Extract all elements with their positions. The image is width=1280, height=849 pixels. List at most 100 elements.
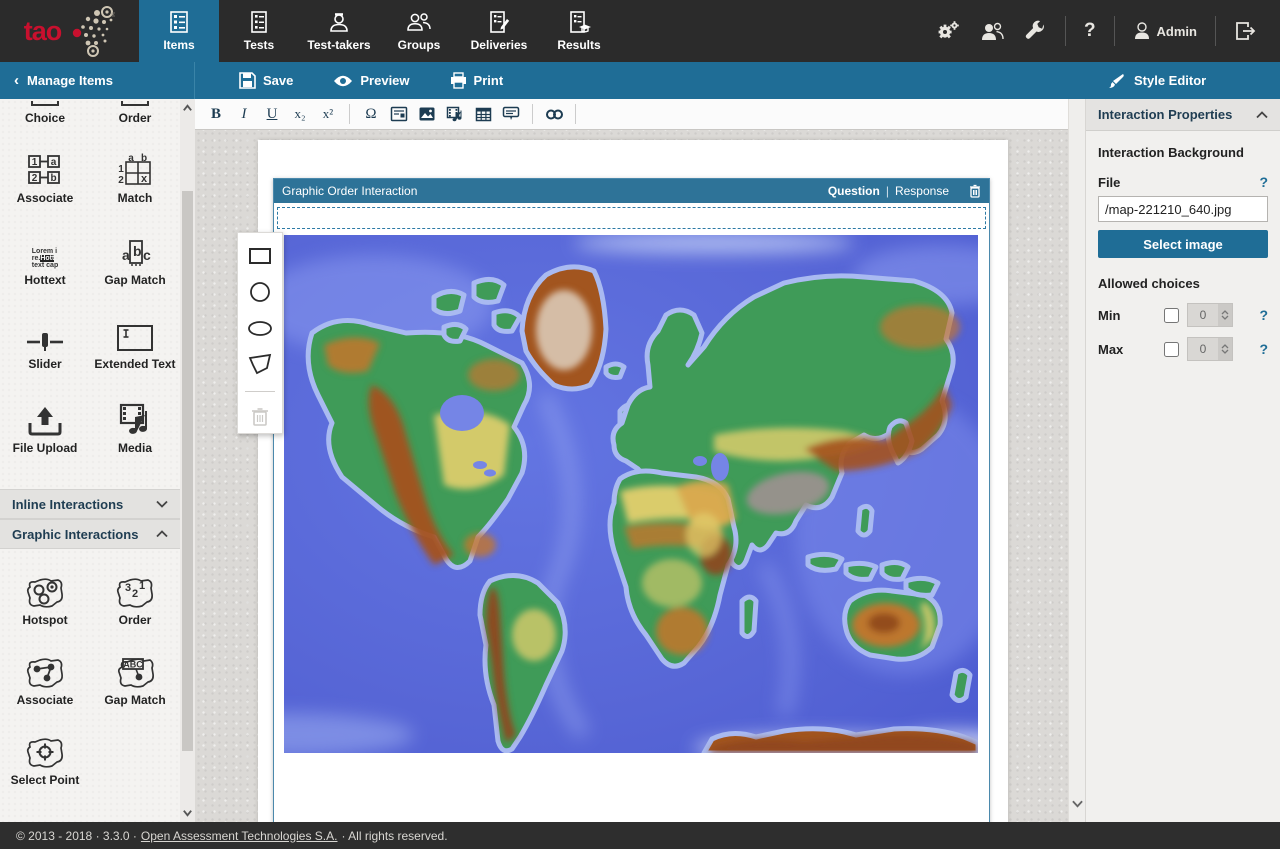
response-toggle[interactable]: Response: [895, 184, 949, 198]
print-button[interactable]: Print: [434, 62, 520, 99]
italic-button[interactable]: I: [231, 102, 257, 126]
section-graphic-interactions[interactable]: Graphic Interactions: [0, 519, 180, 549]
tab-test-takers[interactable]: Test-takers: [299, 0, 379, 62]
settings-button[interactable]: [935, 19, 961, 43]
sidebar-item-graphic-associate[interactable]: Associate: [0, 653, 90, 707]
subscript-button[interactable]: x₂: [287, 102, 313, 126]
insert-media-button[interactable]: [442, 102, 468, 126]
chevron-down-icon: [156, 500, 168, 508]
select-image-button[interactable]: Select image: [1098, 230, 1268, 258]
sidebar-item-order[interactable]: Order: [90, 101, 180, 125]
insert-image-button[interactable]: [414, 102, 440, 126]
delete-interaction-button[interactable]: [969, 184, 981, 198]
sidebar-item-media[interactable]: Media: [90, 401, 180, 455]
special-character-button[interactable]: Ω: [358, 102, 384, 126]
section-inline-interactions[interactable]: Inline Interactions: [0, 489, 180, 519]
sidebar-item-match[interactable]: ab12x Match: [90, 151, 180, 205]
back-chevron-icon: ‹: [14, 72, 19, 89]
sidebar-scrollbar[interactable]: [180, 99, 195, 822]
max-value-spinner[interactable]: 0: [1187, 337, 1233, 361]
back-to-manage-items[interactable]: ‹ Manage Items: [0, 62, 195, 99]
tao-logo[interactable]: tao ®: [0, 0, 139, 62]
extended-text-icon: [115, 317, 155, 353]
insert-link-button[interactable]: [541, 102, 567, 126]
sidebar-item-graphic-order[interactable]: 321 Order: [90, 573, 180, 627]
logout-button[interactable]: [1234, 19, 1258, 43]
tooltip-button[interactable]: [498, 102, 524, 126]
graphic-order-interaction-widget[interactable]: Graphic Order Interaction Question | Res…: [273, 178, 990, 822]
sidebar-item-choice[interactable]: Choice: [0, 101, 90, 125]
hotspot-icon: [25, 573, 65, 609]
sidebar-scrollbar-thumb[interactable]: [182, 191, 193, 751]
style-editor-button[interactable]: Style Editor: [1085, 62, 1280, 99]
sidebar-item-graphic-gap-match[interactable]: ABC Gap Match: [90, 653, 180, 707]
superscript-button[interactable]: x²: [315, 102, 341, 126]
sidebar-item-slider[interactable]: Slider: [0, 317, 90, 371]
svg-text:®: ®: [111, 12, 115, 19]
shared-stimulus-button[interactable]: [386, 102, 412, 126]
user-management-button[interactable]: [979, 19, 1005, 43]
underline-button[interactable]: U: [259, 102, 285, 126]
tab-items[interactable]: Items: [139, 0, 219, 62]
panel-scroll-down-icon[interactable]: [1072, 799, 1083, 808]
tab-results[interactable]: Results: [539, 0, 619, 62]
svg-text:3: 3: [125, 582, 131, 594]
sidebar-item-label: Match: [118, 191, 153, 205]
tab-deliveries[interactable]: Deliveries: [459, 0, 539, 62]
svg-text:1: 1: [118, 164, 124, 175]
file-upload-icon: [26, 401, 64, 437]
ellipse-tool-button[interactable]: [245, 315, 275, 341]
interaction-background-heading: Interaction Background: [1098, 145, 1268, 160]
spinner-arrows[interactable]: [1218, 338, 1232, 360]
prompt-text-area[interactable]: [277, 207, 986, 229]
delete-shape-button[interactable]: [245, 404, 275, 430]
scroll-up-icon[interactable]: [182, 103, 193, 114]
insert-table-button[interactable]: [470, 102, 496, 126]
sidebar-item-file-upload[interactable]: File Upload: [0, 401, 90, 455]
toolbar-divider: [349, 104, 350, 124]
tools-button[interactable]: [1023, 19, 1047, 43]
bold-button[interactable]: B: [203, 102, 229, 126]
sidebar-item-hotspot[interactable]: Hotspot: [0, 573, 90, 627]
min-enable-checkbox[interactable]: [1164, 308, 1179, 323]
sidebar-item-extended-text[interactable]: Extended Text: [90, 317, 180, 371]
circle-tool-button[interactable]: [245, 279, 275, 305]
topbar-divider: [1065, 16, 1066, 46]
interaction-properties-header[interactable]: Interaction Properties: [1086, 99, 1280, 131]
background-file-input[interactable]: [1098, 196, 1268, 222]
user-account-button[interactable]: Admin: [1133, 21, 1197, 41]
tab-tests[interactable]: Tests: [219, 0, 299, 62]
preview-icon: [333, 74, 353, 88]
max-help-button[interactable]: ?: [1259, 341, 1268, 357]
rectangle-tool-button[interactable]: [245, 243, 275, 269]
choice-icon: [28, 101, 62, 107]
sidebar-item-associate[interactable]: 1a2b Associate: [0, 151, 90, 205]
scroll-down-icon[interactable]: [182, 807, 193, 818]
interaction-background-image[interactable]: [284, 235, 978, 753]
min-help-button[interactable]: ?: [1259, 307, 1268, 323]
max-enable-checkbox[interactable]: [1164, 342, 1179, 357]
preview-button[interactable]: Preview: [317, 62, 425, 99]
tests-icon: [247, 10, 271, 34]
save-button[interactable]: Save: [223, 62, 309, 99]
file-help-button[interactable]: ?: [1259, 174, 1268, 190]
min-choices-row: Min 0 ?: [1098, 303, 1268, 327]
oat-link[interactable]: Open Assessment Technologies S.A.: [141, 829, 338, 843]
sidebar-item-select-point[interactable]: Select Point: [0, 733, 90, 787]
spin-down-icon[interactable]: [1221, 349, 1229, 354]
help-button[interactable]: ?: [1084, 20, 1096, 42]
min-value-spinner[interactable]: 0: [1187, 303, 1233, 327]
question-toggle[interactable]: Question: [828, 184, 880, 198]
sidebar-item-hottext[interactable]: Lorem i re.Hott text cap Hottext: [0, 233, 90, 287]
interaction-title: Graphic Order Interaction: [282, 184, 417, 198]
world-map-image[interactable]: [284, 235, 978, 753]
logout-icon: [1234, 19, 1258, 43]
tab-groups[interactable]: Groups: [379, 0, 459, 62]
spinner-arrows[interactable]: [1218, 304, 1232, 326]
min-label: Min: [1098, 308, 1164, 323]
rights-text: · All rights reserved.: [341, 829, 447, 843]
polygon-tool-button[interactable]: [245, 351, 275, 377]
sidebar-item-label: Choice: [25, 111, 65, 125]
sidebar-item-gap-match[interactable]: abc Gap Match: [90, 233, 180, 287]
spin-down-icon[interactable]: [1221, 315, 1229, 320]
